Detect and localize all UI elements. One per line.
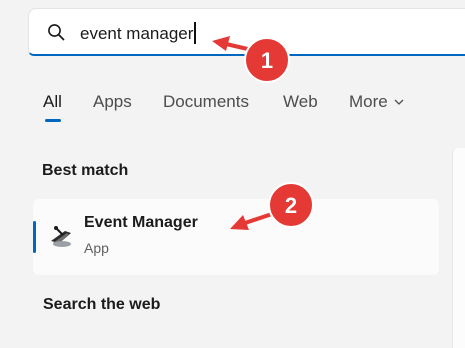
tab-all[interactable]: All <box>43 92 62 112</box>
tab-documents[interactable]: Documents <box>163 92 249 112</box>
event-manager-app-icon <box>51 226 71 247</box>
active-tab-indicator <box>45 119 61 122</box>
result-event-manager[interactable]: Event Manager App <box>33 199 439 275</box>
search-query: event manager <box>80 24 194 43</box>
tab-web[interactable]: Web <box>283 92 318 112</box>
search-box[interactable]: event manager <box>28 8 465 56</box>
chevron-down-icon <box>394 99 404 105</box>
filter-tabs: All Apps Documents Web More <box>0 92 465 122</box>
search-web-heading: Search the web <box>43 296 161 313</box>
best-match-heading: Best match <box>42 162 129 179</box>
result-type: App <box>84 240 109 256</box>
details-panel-edge <box>452 148 465 348</box>
tab-more-label: More <box>349 92 388 111</box>
search-icon <box>48 24 65 41</box>
tab-apps[interactable]: Apps <box>93 92 132 112</box>
tab-more[interactable]: More <box>349 92 404 112</box>
selection-indicator <box>33 221 36 253</box>
text-caret <box>194 22 196 44</box>
search-input[interactable]: event manager <box>80 22 196 44</box>
result-name: Event Manager <box>84 214 198 231</box>
